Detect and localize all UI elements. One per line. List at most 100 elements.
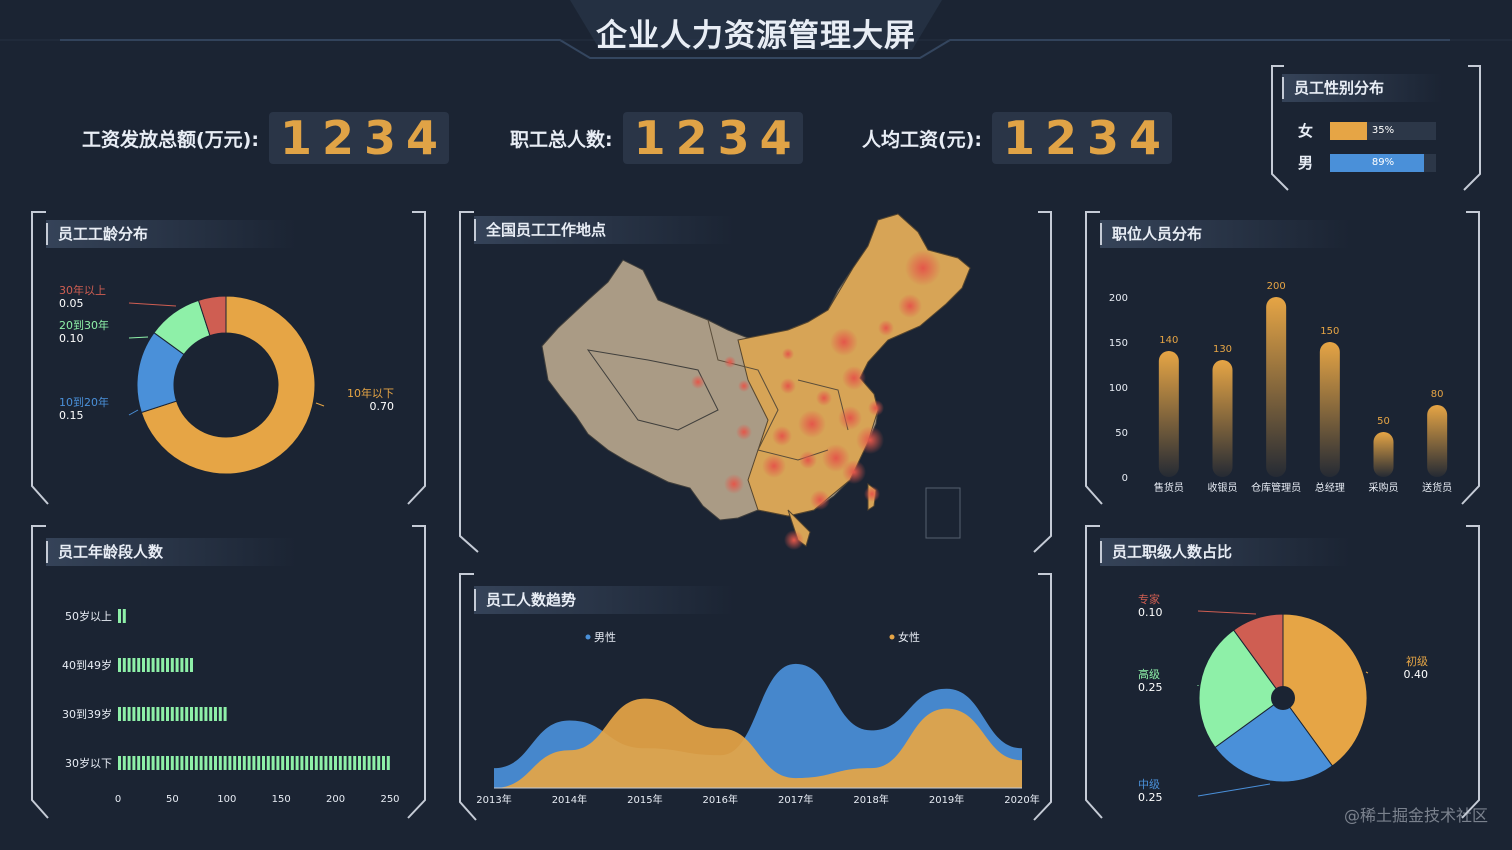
bar-segment [146,658,150,672]
legend-label: 男性 [594,630,616,644]
x-tick-label: 2014年 [552,793,587,806]
digit: 4 [759,111,792,165]
y-category-label: 40到49岁 [62,658,112,672]
bar-segment [127,756,131,770]
panel-title: 员工性别分布 [1282,77,1384,99]
digit-box: 1 2 3 4 [268,111,449,165]
gender-value: 89% [1371,156,1395,168]
bar-segment [185,658,189,672]
bar-segment [266,756,270,770]
gender-track: 35% [1330,121,1436,140]
bar-segment [233,756,237,770]
x-tick-label: 总经理 [1315,481,1345,494]
digit: 3 [1086,111,1119,165]
y-category-label: 30岁以下 [65,756,112,770]
bar-segment [142,756,145,770]
gender-label: 女 [1298,122,1314,140]
bar-segment [228,756,232,770]
title-bar: 企业人力资源管理大屏 [0,0,1512,62]
digit: 4 [405,111,438,165]
positions-bar-chart: 0 50 100 150 200 140 售货员 130 收银员 200 仓库管理员 150 总经理 50… [1109,281,1452,494]
level-pie-chart: 初级0.40中级0.25高级0.25专家0.10 [1138,592,1429,804]
bar-segment [358,756,361,770]
bar-segment [180,658,184,672]
map-panel: 全国员工工作地点 [458,210,1054,554]
bar-segment [132,756,136,770]
bar-segment [127,707,131,721]
slice-value: 0.25 [1138,791,1163,804]
x-tick-label: 100 [217,794,236,805]
bar-segment [218,707,222,721]
stat-label: 人均工资(元): [862,128,982,151]
level-panel: 员工职级人数占比 初级 0.40 中级 0.25 高级 0.25 专家 0.10 [1084,524,1482,822]
bar-segment [362,756,366,770]
digit: 2 [1044,111,1077,165]
gender-row-female: 女 35% [1298,120,1436,141]
slice-value: 0.70 [370,400,395,413]
bar-segment [386,756,390,770]
bar-segment [367,756,371,770]
x-tick-label: 2018年 [853,793,888,806]
bar-segment [122,707,126,721]
bar-segment [190,756,193,770]
bar-segment [281,756,285,770]
bar-segment [137,756,141,770]
bar-segment [146,707,150,721]
page-title: 企业人力资源管理大屏 [596,18,916,54]
stat-label: 工资发放总额(万元): [82,128,259,151]
bar-segment [151,658,155,672]
label-line [315,402,325,407]
y-category-label: 30到39岁 [62,707,112,721]
x-tick-label: 200 [326,794,345,805]
bar-segment [151,707,155,721]
slice-value: 0.40 [1404,668,1429,681]
slice-value: 0.10 [59,332,84,345]
bar-segment [199,756,203,770]
label-line [128,302,177,307]
stat-avg-salary: 人均工资(元): 1 2 3 4 [862,110,1172,166]
digit-box: 1 2 3 4 [991,111,1172,165]
bar-segment [290,756,294,770]
bar-segment [214,756,217,770]
bar-segment [166,756,169,770]
bar-segment [314,756,318,770]
bar-segment [118,756,121,770]
bar-segment [132,658,136,672]
bar-segment [286,756,289,770]
bar-segment [223,756,227,770]
gender-value: 35% [1371,124,1395,136]
bar-segment [194,707,198,721]
bar-segment [185,707,189,721]
bar-segment [166,658,169,672]
bar-segment [271,756,275,770]
y-tick-label: 0 [1122,473,1128,484]
digit: 4 [1128,111,1161,165]
bar-segment [180,707,184,721]
bar-segment [170,658,174,672]
bar-segment [146,756,150,770]
digit: 3 [363,111,396,165]
x-tick-label: 2013年 [476,793,511,806]
y-tick-label: 200 [1109,293,1128,304]
bar-value-label: 130 [1213,344,1232,355]
bar-segment [185,756,189,770]
bar-segment [257,756,261,770]
bar-segment [209,707,213,721]
slice-name: 30年以上 [59,283,106,297]
digit: 3 [717,111,750,165]
slice-name: 20到30年 [59,318,109,332]
trend-panel: 员工人数趋势 2013年 2014年 2015年 2016年 2017年 2018年 201… [458,572,1054,822]
digit: 2 [321,111,354,165]
bar-segment [372,756,376,770]
bar-segment [190,707,193,721]
seniority-panel: 员工工龄分布 10年以下 0.70 10到20年 0.15 20到30年 0.10 30年以… [30,210,428,508]
bar-segment [377,756,381,770]
watermark: @稀土掘金技术社区 [1343,806,1488,825]
bar-segment [238,756,241,770]
bar-segment [151,756,155,770]
bar-segment [127,658,131,672]
gender-label: 男 [1298,154,1314,172]
slice-value: 0.10 [1138,606,1163,619]
bar-segment [118,609,121,623]
label-line [128,409,139,416]
